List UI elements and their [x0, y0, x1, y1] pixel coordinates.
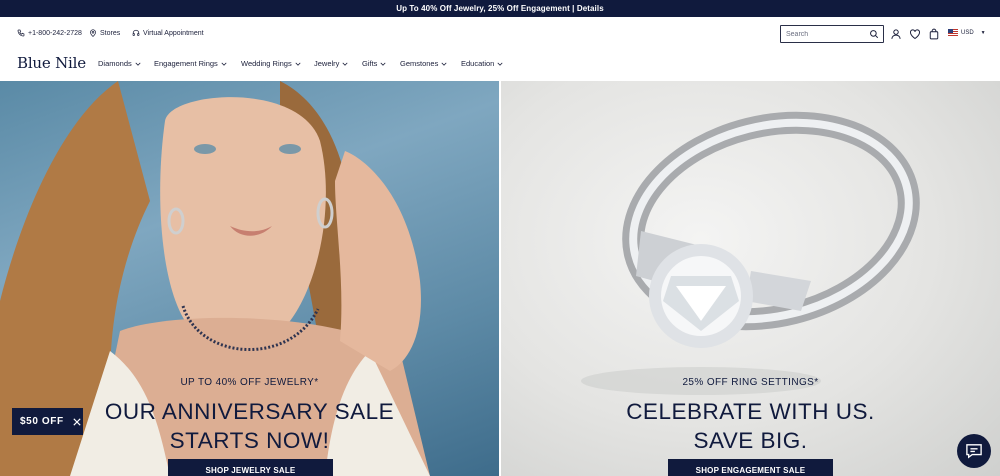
appointment-label: Virtual Appointment	[143, 29, 204, 37]
hero-eyebrow: UP TO 40% OFF JEWELRY*	[180, 377, 319, 388]
nav-item-engagement-rings[interactable]: Engagement Rings	[154, 59, 227, 68]
utility-bar: +1-800-242-2728 Stores Virtual Appointme…	[0, 17, 1000, 51]
nav-item-label: Gemstones	[400, 59, 439, 68]
phone-icon	[17, 29, 25, 37]
shop-engagement-sale-button[interactable]: SHOP ENGAGEMENT SALE	[668, 459, 833, 476]
chevron-down-icon	[342, 62, 348, 66]
headset-icon	[132, 29, 140, 36]
close-icon[interactable]	[73, 417, 81, 426]
nav-item-label: Engagement Rings	[154, 59, 218, 68]
currency-label: USD	[961, 29, 974, 36]
nav-item-label: Diamonds	[98, 59, 132, 68]
nav-item-gifts[interactable]: Gifts	[362, 59, 386, 68]
nav-item-label: Gifts	[362, 59, 378, 68]
search-icon[interactable]	[869, 29, 879, 39]
nav-item-wedding-rings[interactable]: Wedding Rings	[241, 59, 301, 68]
currency-selector[interactable]: USD ▼	[948, 29, 986, 36]
promo-text[interactable]: Up To 40% Off Jewelry, 25% Off Engagemen…	[396, 4, 604, 13]
chevron-down-icon	[221, 62, 227, 66]
nav-item-label: Wedding Rings	[241, 59, 292, 68]
chat-button[interactable]	[957, 434, 991, 468]
promo-banner[interactable]: Up To 40% Off Jewelry, 25% Off Engagemen…	[0, 0, 1000, 17]
hero-eyebrow: 25% OFF RING SETTINGS*	[682, 377, 819, 388]
hero-headline-line: SAVE BIG.	[693, 428, 808, 453]
hero-headline-line: CELEBRATE WITH US.	[626, 399, 875, 424]
main-navigation: Blue Nile Diamonds Engagement Rings Wedd…	[0, 51, 1000, 81]
offer-badge-label[interactable]: $50 OFF	[20, 416, 64, 427]
chevron-down-icon	[497, 62, 503, 66]
nav-item-education[interactable]: Education	[461, 59, 503, 68]
location-pin-icon	[90, 29, 96, 37]
nav-item-gemstones[interactable]: Gemstones	[400, 59, 447, 68]
search-input[interactable]	[786, 28, 864, 40]
chevron-down-icon	[135, 62, 141, 66]
chevron-down-icon	[295, 62, 301, 66]
nav-item-jewelry[interactable]: Jewelry	[314, 59, 348, 68]
phone-number: +1-800-242-2728	[28, 29, 82, 37]
search-box[interactable]	[780, 25, 884, 43]
shop-jewelry-sale-button[interactable]: SHOP JEWELRY SALE	[168, 459, 333, 476]
brand-logo[interactable]: Blue Nile	[17, 54, 86, 72]
account-icon[interactable]	[890, 28, 902, 40]
nav-item-label: Education	[461, 59, 495, 68]
chevron-down-icon	[441, 62, 447, 66]
caret-down-icon: ▼	[980, 29, 986, 36]
hero-headline: CELEBRATE WITH US. SAVE BIG.	[501, 397, 1000, 455]
hero-engagement-sale[interactable]: 25% OFF RING SETTINGS* CELEBRATE WITH US…	[501, 81, 1000, 476]
stores-label: Stores	[100, 29, 121, 37]
nav-item-label: Jewelry	[314, 59, 340, 68]
chevron-down-icon	[380, 62, 386, 66]
us-flag-icon	[948, 29, 958, 36]
offer-badge[interactable]: $50 OFF	[12, 408, 83, 435]
stores-link[interactable]: Stores	[89, 29, 120, 37]
phone-link[interactable]: +1-800-242-2728	[17, 29, 82, 37]
chat-bubble-icon	[966, 444, 982, 459]
heart-icon[interactable]	[909, 28, 921, 40]
virtual-appointment-link[interactable]: Virtual Appointment	[132, 29, 204, 37]
shopping-bag-icon[interactable]	[928, 28, 940, 40]
nav-item-diamonds[interactable]: Diamonds	[98, 59, 141, 68]
